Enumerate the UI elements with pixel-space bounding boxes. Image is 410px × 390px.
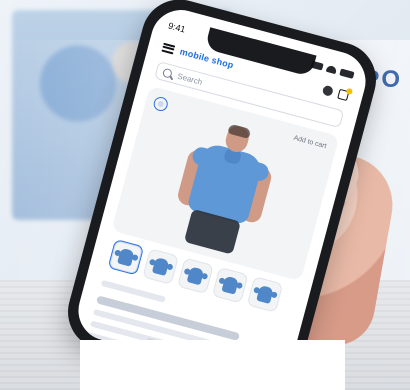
tshirt-icon [221,275,240,295]
tshirt-icon [151,256,170,277]
variant-thumb[interactable] [177,257,214,295]
variant-thumb[interactable] [211,266,249,304]
status-icons [310,60,355,79]
tshirt-icon [256,284,274,305]
product-badge-icon [152,95,170,113]
search-placeholder: Search [176,71,204,87]
product-action-label: Add to cart [292,134,328,151]
account-icon[interactable] [321,84,334,97]
wifi-icon [325,64,338,74]
status-time: 9:41 [167,20,187,35]
variant-thumb[interactable] [142,248,180,285]
header-actions [321,84,350,102]
cart-icon[interactable] [337,88,350,102]
menu-icon[interactable] [161,42,175,54]
model-photo [164,115,284,262]
tshirt-icon [186,266,205,286]
signal-icon [310,60,324,71]
variant-thumb[interactable] [246,276,284,313]
variant-thumb[interactable] [107,238,145,276]
search-icon [162,67,174,79]
white-overlay-block [80,340,345,390]
battery-icon [339,67,355,79]
scene: PO 9:41 mobile shop Search Add to cart [0,0,410,390]
tshirt-icon [117,247,135,267]
